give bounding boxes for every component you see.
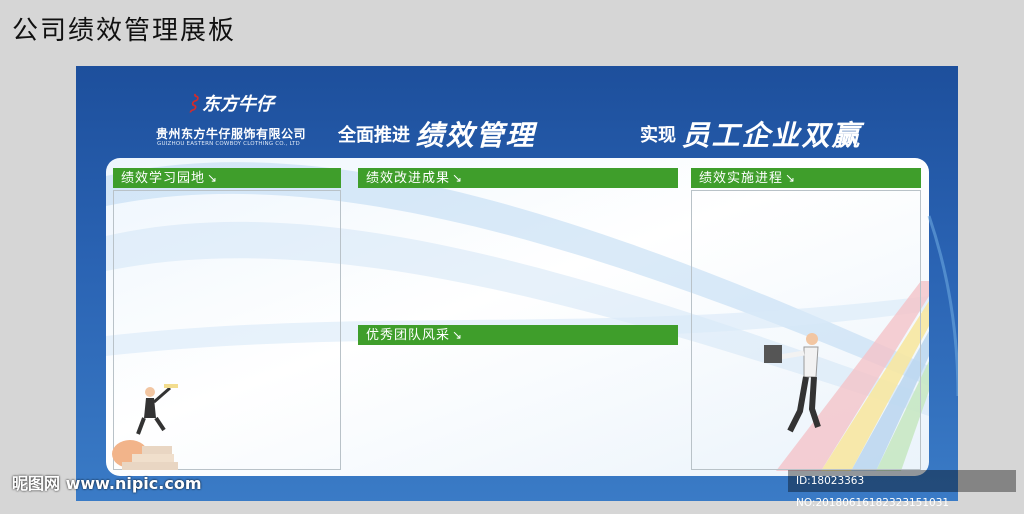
image-id-watermark: ID:18023363 NO:20180616182323151031 [788, 470, 1016, 509]
brand-logo: ⌇东方牛仔 [184, 94, 274, 115]
page-title: 公司绩效管理展板 [12, 16, 237, 46]
section-learning-header: 绩效学习园地 ↘ [113, 168, 341, 188]
section-progress-header: 绩效实施进程 ↘ [691, 168, 921, 188]
display-board: ⌇东方牛仔 贵州东方牛仔服饰有限公司 GUIZHOU EASTERN COWBO… [76, 66, 958, 501]
company-name-cn: 贵州东方牛仔服饰有限公司 [156, 127, 307, 141]
businessman-illustration [764, 333, 821, 433]
climbing-man-illustration [112, 384, 178, 470]
site-watermark: 昵图网 www.nipic.com [12, 474, 202, 493]
company-name-en: GUIZHOU EASTERN COWBOY CLOTHING CO., LTD [157, 141, 300, 147]
section-improvement-header: 绩效改进成果 ↘ [358, 168, 678, 188]
slogan-left: 全面推进 绩效管理 [338, 119, 536, 152]
slogan-right: 实现 员工企业双赢 [640, 119, 862, 152]
section-team-header: 优秀团队风采 ↘ [358, 325, 678, 345]
